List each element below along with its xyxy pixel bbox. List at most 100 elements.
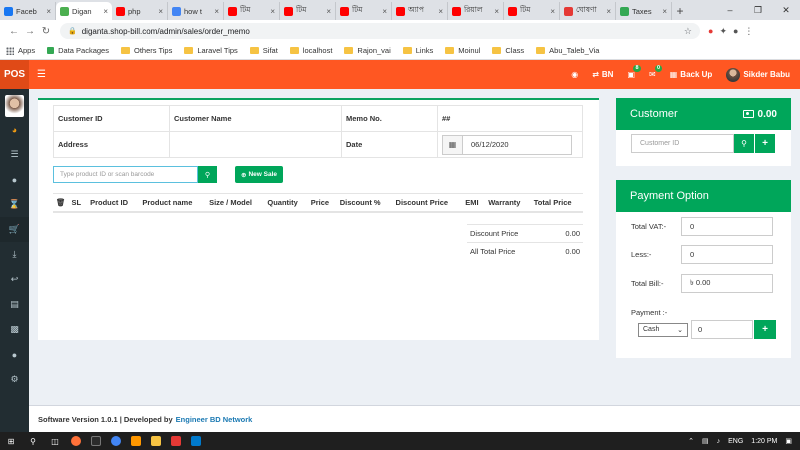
bookmark-item[interactable]: Moinul — [445, 46, 480, 55]
tab-close-icon[interactable]: × — [438, 7, 443, 16]
browser-tab[interactable]: Faceb × — [0, 2, 56, 20]
sidebar-item-dashboard[interactable]: ◕ — [0, 117, 29, 142]
browser-tab[interactable]: টিম × — [224, 2, 280, 20]
clock[interactable]: 1:20 PM — [751, 438, 777, 445]
browser-tab[interactable]: php × — [112, 2, 168, 20]
add-payment-button[interactable]: + — [754, 320, 776, 339]
sidebar-item-return[interactable]: ↩ — [0, 267, 29, 292]
file-explorer-icon[interactable] — [146, 432, 166, 450]
new-sale-button[interactable]: ⊕ New Sale — [235, 166, 283, 183]
search-icon[interactable]: ⚲ — [22, 432, 44, 450]
notifications-button[interactable]: ✉ 0 — [649, 65, 663, 79]
add-customer-button[interactable]: + — [755, 134, 775, 153]
sidebar-item-report[interactable]: ▤ — [0, 292, 29, 317]
browser-tab[interactable]: how t × — [168, 2, 224, 20]
firefox-app-icon[interactable] — [66, 432, 86, 450]
date-field[interactable]: ▦ 06/12/2020 — [442, 134, 572, 155]
tab-close-icon[interactable]: × — [214, 7, 219, 16]
vscode-app-icon[interactable] — [186, 432, 206, 450]
vat-input[interactable]: 0 — [681, 217, 773, 236]
notification-center-icon[interactable]: ▣ — [785, 437, 792, 445]
tab-close-icon[interactable]: × — [270, 7, 275, 16]
tab-close-icon[interactable]: × — [606, 7, 611, 16]
trash-icon[interactable]: 🗑 — [56, 198, 66, 207]
app-icon[interactable] — [166, 432, 186, 450]
sidebar-item-list[interactable]: ☰ — [0, 142, 29, 167]
network-icon[interactable]: ▤ — [702, 437, 709, 445]
volume-icon[interactable]: ♪ — [717, 438, 721, 445]
sublime-app-icon[interactable] — [126, 432, 146, 450]
sidebar-item-users[interactable]: ● — [0, 167, 29, 192]
forward-icon[interactable]: → — [22, 26, 38, 37]
user-menu[interactable]: Sikder Babu — [726, 67, 790, 82]
browser-tab[interactable]: Digan × — [56, 2, 112, 20]
back-icon[interactable]: ← — [6, 26, 22, 37]
hamburger-icon[interactable]: ☰ — [37, 69, 46, 80]
globe-icon[interactable]: ◉ — [571, 70, 578, 79]
tab-close-icon[interactable]: × — [46, 7, 51, 16]
url-input[interactable]: 🔒 diganta.shop-bill.com/admin/sales/orde… — [60, 23, 700, 39]
window-controls: – ❐ ✕ — [716, 0, 800, 20]
tab-close-icon[interactable]: × — [550, 7, 555, 16]
bookmark-item[interactable]: Links — [402, 46, 433, 55]
bookmark-item[interactable]: Rajon_vai — [344, 46, 391, 55]
bookmark-item[interactable]: localhost — [289, 46, 332, 55]
close-window-icon[interactable]: ✕ — [772, 0, 800, 20]
bookmark-item[interactable]: Class — [492, 46, 524, 55]
language-toggle[interactable]: ⇄ BN — [592, 70, 613, 79]
sidebar-item-settings[interactable]: ⚙ — [0, 367, 29, 392]
restore-icon[interactable]: ❐ — [744, 0, 772, 20]
windows-taskbar: ⊞ ⚲ ◫ ⌃ ▤ ♪ ENG 1:20 PM ▣ — [0, 432, 800, 450]
browser-tab[interactable]: অ্যাপ × — [392, 2, 448, 20]
puzzle-icon[interactable]: ✦ — [719, 26, 727, 37]
opera-extension-icon[interactable]: ● — [708, 26, 713, 36]
browser-tab[interactable]: টিম × — [280, 2, 336, 20]
sidebar-item-cart[interactable]: 🛒 — [0, 217, 29, 242]
less-input[interactable]: 0 — [681, 245, 773, 264]
tab-close-icon[interactable]: × — [662, 7, 667, 16]
bookmark-item[interactable]: Abu_Taleb_Via — [536, 46, 599, 55]
pos-logo[interactable]: POS — [0, 60, 29, 89]
windows-start-icon[interactable]: ⊞ — [0, 432, 22, 450]
tab-close-icon[interactable]: × — [103, 7, 108, 16]
task-view-icon[interactable]: ◫ — [44, 432, 66, 450]
reload-icon[interactable]: ↻ — [38, 26, 54, 37]
product-search-input[interactable]: Type product ID or scan barcode — [53, 166, 198, 183]
payment-amount-input[interactable]: 0 — [691, 320, 753, 339]
browser-tab[interactable]: ঘোষণা × — [560, 2, 616, 20]
browser-tab[interactable]: টিম × — [336, 2, 392, 20]
tab-close-icon[interactable]: × — [382, 7, 387, 16]
tab-close-icon[interactable]: × — [326, 7, 331, 16]
sidebar-item-money[interactable]: ▩ — [0, 317, 29, 342]
input-language[interactable]: ENG — [728, 438, 743, 445]
bookmark-item[interactable]: Others Tips — [120, 46, 172, 55]
bookmark-item[interactable]: Apps — [6, 46, 35, 55]
backup-button[interactable]: ▦ Back Up — [670, 70, 713, 79]
tab-close-icon[interactable]: × — [494, 7, 499, 16]
bookmark-item[interactable]: Laravel Tips — [184, 46, 238, 55]
browser-tab[interactable]: Taxes × — [616, 2, 672, 20]
developer-link[interactable]: Engineer BD Network — [176, 415, 253, 424]
profile-icon[interactable]: ● — [733, 26, 738, 36]
bookmark-item[interactable]: Data Packages — [47, 46, 109, 55]
sidebar-item-hourglass[interactable]: ⌛ — [0, 192, 29, 217]
new-tab-icon[interactable]: + — [672, 2, 688, 20]
sidebar-item-download[interactable]: ⤓ — [0, 242, 29, 267]
product-search-button[interactable]: ⚲ — [198, 166, 217, 183]
customer-search-button[interactable]: ⚲ — [734, 134, 754, 153]
messages-button[interactable]: ▣ 8 — [627, 65, 641, 79]
sidebar-item-group[interactable]: ● — [0, 342, 29, 367]
tab-close-icon[interactable]: × — [158, 7, 163, 16]
browser-tab[interactable]: রিয়াল × — [448, 2, 504, 20]
bookmark-star-icon[interactable]: ☆ — [684, 26, 692, 37]
bookmark-item[interactable]: Sifat — [249, 46, 278, 55]
chevron-up-icon[interactable]: ⌃ — [688, 437, 694, 445]
chrome-app-icon[interactable] — [106, 432, 126, 450]
customer-id-input[interactable]: Customer ID — [631, 134, 734, 153]
menu-dots-icon[interactable]: ⋮ — [744, 26, 753, 37]
payment-method-select[interactable]: Cash ⌄ — [638, 322, 688, 337]
minimize-icon[interactable]: – — [716, 0, 744, 20]
bill-input[interactable]: ৳ 0.00 — [681, 274, 773, 293]
browser-tab[interactable]: টিম × — [504, 2, 560, 20]
app-icon[interactable] — [86, 432, 106, 450]
